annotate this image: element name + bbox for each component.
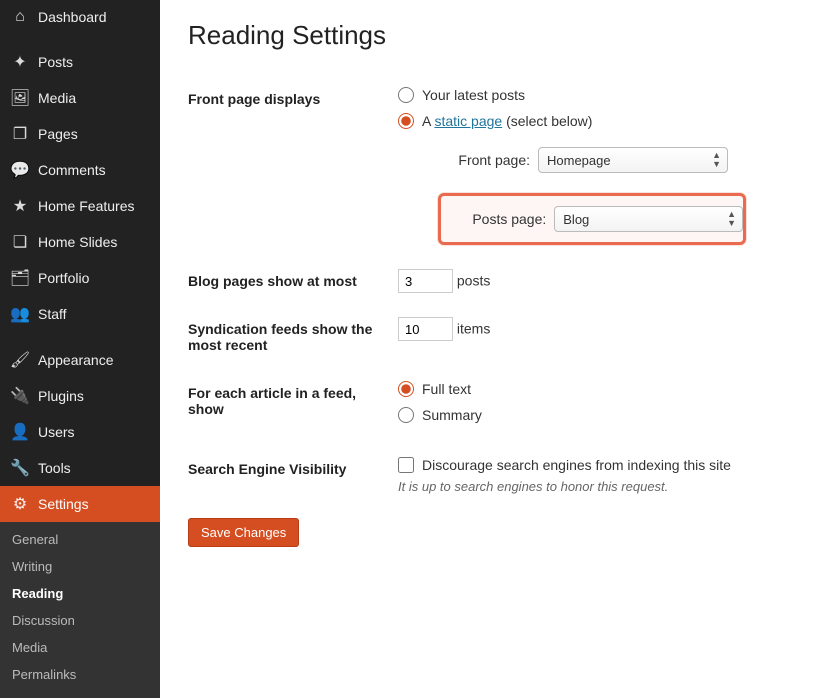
radio-full-text[interactable] bbox=[398, 381, 414, 397]
seo-discourage-label[interactable]: Discourage search engines from indexing … bbox=[422, 457, 731, 473]
label-full-text[interactable]: Full text bbox=[422, 381, 471, 397]
posts-page-select[interactable]: Blog ▲▼ bbox=[554, 206, 743, 232]
page-title: Reading Settings bbox=[188, 20, 803, 51]
comments-icon: 💬 bbox=[10, 160, 30, 180]
brush-icon: 🖌 bbox=[10, 350, 30, 370]
syndication-heading: Syndication feeds show the most recent bbox=[188, 305, 398, 369]
subitem-writing[interactable]: Writing bbox=[0, 553, 160, 580]
seo-heading: Search Engine Visibility bbox=[188, 445, 398, 506]
save-button[interactable]: Save Changes bbox=[188, 518, 299, 547]
sidebar-item-settings[interactable]: ⚙Settings bbox=[0, 486, 160, 522]
front-page-select-value: Homepage bbox=[547, 153, 611, 168]
star-icon: ★ bbox=[10, 196, 30, 216]
sidebar-item-media[interactable]: 🖼Media bbox=[0, 80, 160, 116]
sidebar-item-tools[interactable]: 🔧Tools bbox=[0, 450, 160, 486]
pin-icon: ✦ bbox=[10, 52, 30, 72]
sidebar-item-staff[interactable]: 👥Staff bbox=[0, 296, 160, 332]
portfolio-icon: 🗂 bbox=[10, 268, 30, 288]
label-latest-posts[interactable]: Your latest posts bbox=[422, 87, 525, 103]
radio-latest-posts[interactable] bbox=[398, 87, 414, 103]
main-content: Reading Settings Front page displays You… bbox=[160, 0, 831, 698]
sidebar-item-home-slides[interactable]: ❏Home Slides bbox=[0, 224, 160, 260]
syndication-unit: items bbox=[457, 321, 490, 337]
label-static-page[interactable]: A static page (select below) bbox=[422, 113, 592, 129]
blog-pages-unit: posts bbox=[457, 273, 490, 289]
radio-static-page[interactable] bbox=[398, 113, 414, 129]
settings-submenu: General Writing Reading Discussion Media… bbox=[0, 522, 160, 698]
subitem-discussion[interactable]: Discussion bbox=[0, 607, 160, 634]
plug-icon: 🔌 bbox=[10, 386, 30, 406]
posts-page-select-value: Blog bbox=[563, 212, 589, 227]
sidebar-item-home-features[interactable]: ★Home Features bbox=[0, 188, 160, 224]
chevron-updown-icon: ▲▼ bbox=[727, 210, 736, 228]
subitem-media[interactable]: Media bbox=[0, 634, 160, 661]
seo-discourage-checkbox[interactable] bbox=[398, 457, 414, 473]
blog-pages-heading: Blog pages show at most bbox=[188, 257, 398, 305]
blog-pages-input[interactable] bbox=[398, 269, 453, 293]
slides-icon: ❏ bbox=[10, 232, 30, 252]
posts-page-select-label: Posts page: bbox=[455, 211, 554, 227]
wrench-icon: 🔧 bbox=[10, 458, 30, 478]
sliders-icon: ⚙ bbox=[10, 494, 30, 514]
media-icon: 🖼 bbox=[10, 88, 30, 108]
sidebar-item-dashboard[interactable]: ⌂ Dashboard bbox=[0, 0, 160, 34]
sidebar-item-appearance[interactable]: 🖌Appearance bbox=[0, 342, 160, 378]
sidebar-item-pages[interactable]: ❐Pages bbox=[0, 116, 160, 152]
article-feed-heading: For each article in a feed, show bbox=[188, 369, 398, 445]
static-page-link[interactable]: static page bbox=[434, 113, 502, 129]
sidebar-item-posts[interactable]: ✦Posts bbox=[0, 44, 160, 80]
radio-summary[interactable] bbox=[398, 407, 414, 423]
seo-note: It is up to search engines to honor this… bbox=[398, 479, 803, 494]
label-summary[interactable]: Summary bbox=[422, 407, 482, 423]
posts-page-highlight: Posts page: Blog ▲▼ bbox=[438, 193, 746, 245]
user-icon: 👤 bbox=[10, 422, 30, 442]
sidebar-label: Dashboard bbox=[38, 9, 107, 25]
admin-sidebar: ⌂ Dashboard ✦Posts 🖼Media ❐Pages 💬Commen… bbox=[0, 0, 160, 698]
front-page-select[interactable]: Homepage ▲▼ bbox=[538, 147, 728, 173]
front-page-select-label: Front page: bbox=[438, 152, 538, 168]
pages-icon: ❐ bbox=[10, 124, 30, 144]
subitem-reading[interactable]: Reading bbox=[0, 580, 160, 607]
syndication-input[interactable] bbox=[398, 317, 453, 341]
front-page-heading: Front page displays bbox=[188, 75, 398, 257]
staff-icon: 👥 bbox=[10, 304, 30, 324]
sidebar-item-portfolio[interactable]: 🗂Portfolio bbox=[0, 260, 160, 296]
sidebar-item-users[interactable]: 👤Users bbox=[0, 414, 160, 450]
sidebar-item-comments[interactable]: 💬Comments bbox=[0, 152, 160, 188]
subitem-general[interactable]: General bbox=[0, 526, 160, 553]
chevron-updown-icon: ▲▼ bbox=[712, 151, 721, 169]
dashboard-icon: ⌂ bbox=[10, 8, 30, 26]
sidebar-item-plugins[interactable]: 🔌Plugins bbox=[0, 378, 160, 414]
